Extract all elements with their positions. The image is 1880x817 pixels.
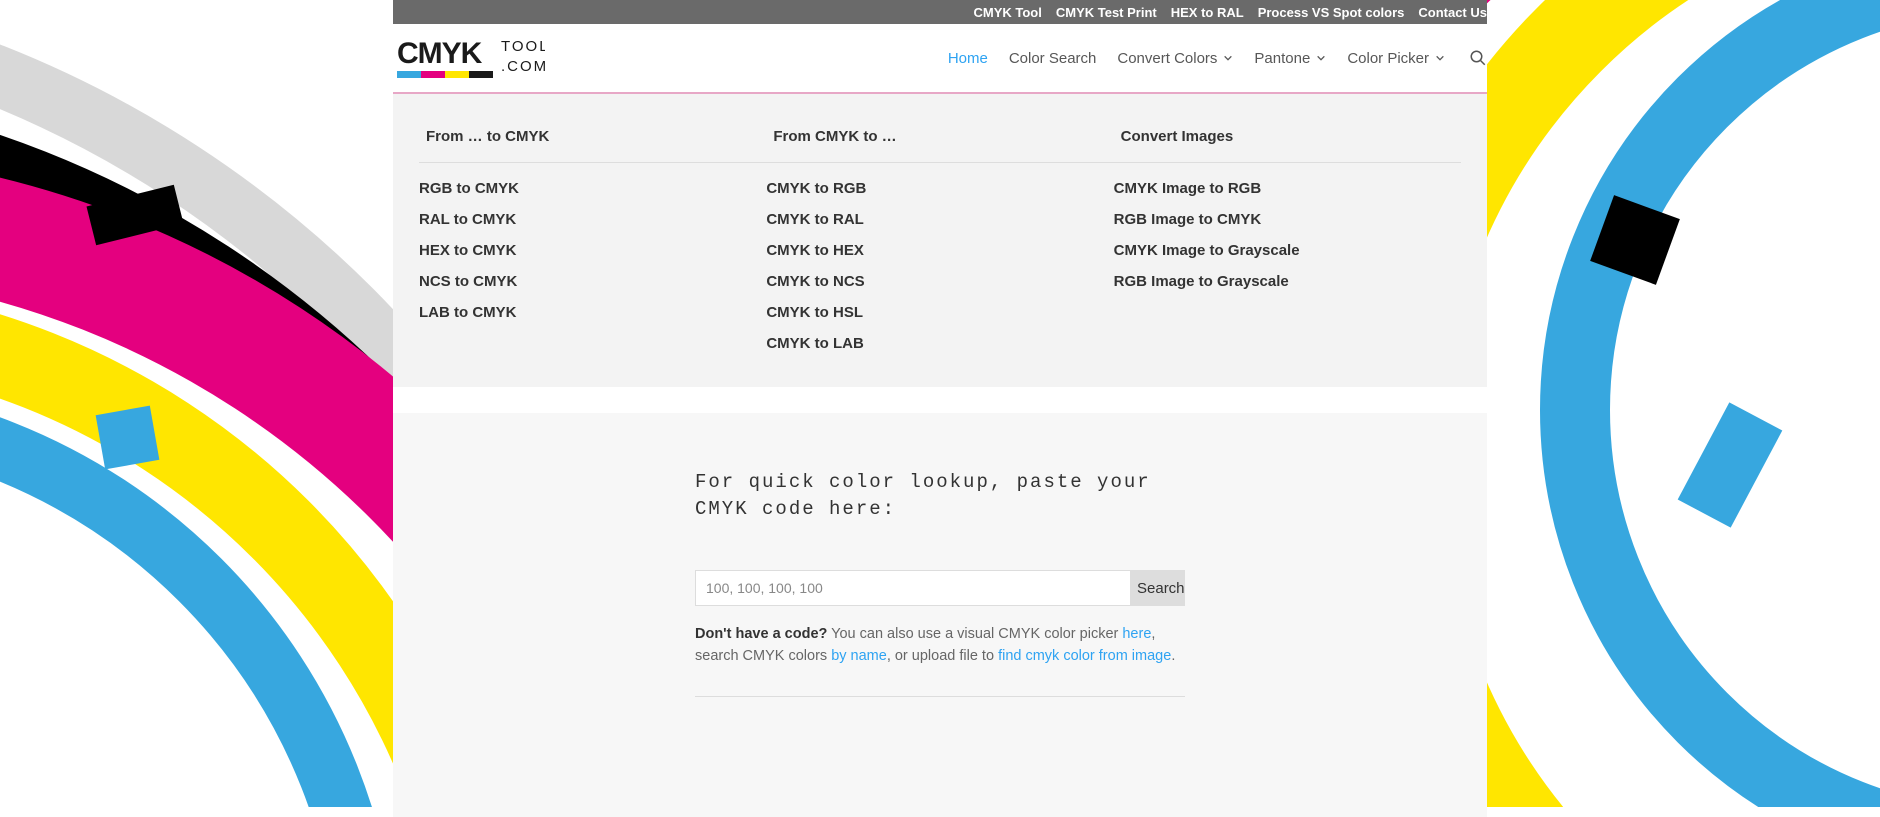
lookup-heading: For quick color lookup, paste your CMYK … [695, 469, 1185, 522]
link-visual-picker[interactable]: here [1122, 626, 1151, 642]
divider [1114, 162, 1461, 163]
nav-item-color-search[interactable]: Color Search [1009, 50, 1097, 67]
converter-link[interactable]: CMYK Image to Grayscale [1114, 235, 1461, 266]
nav-item-label: Color Search [1009, 50, 1097, 67]
chevron-down-icon [1223, 53, 1233, 63]
converters-panel: From … to CMYK RGB to CMYKRAL to CMYKHEX … [393, 92, 1487, 387]
panel-column-heading: From CMYK to … [773, 128, 1113, 162]
svg-text:.COM: .COM [501, 58, 545, 75]
cmyk-code-input[interactable] [695, 570, 1131, 606]
converter-link[interactable]: RGB Image to CMYK [1114, 204, 1461, 235]
site-logo[interactable]: CMYK TOOL .COM [397, 31, 545, 85]
converter-link[interactable]: RAL to CMYK [419, 204, 766, 235]
nav-item-label: Color Picker [1347, 50, 1429, 67]
nav-item-convert-colors[interactable]: Convert Colors [1117, 50, 1233, 67]
converter-link[interactable]: CMYK to RAL [766, 204, 1113, 235]
converter-link[interactable]: HEX to CMYK [419, 235, 766, 266]
nav-item-label: Pantone [1254, 50, 1310, 67]
topbar-link[interactable]: Contact Us [1418, 5, 1487, 20]
nav-item-color-picker[interactable]: Color Picker [1347, 50, 1445, 67]
topbar-link[interactable]: HEX to RAL [1171, 5, 1244, 20]
site-header: CMYK TOOL .COM Home Color Search Convert C… [393, 24, 1487, 92]
nav-item-label: Home [948, 50, 988, 67]
primary-nav: Home Color Search Convert Colors Pantone Col… [927, 49, 1487, 67]
nav-item-home[interactable]: Home [948, 50, 988, 67]
panel-column: Convert ImagesCMYK Image to RGBRGB Image… [1114, 128, 1461, 359]
quick-lookup-section: For quick color lookup, paste your CMYK … [393, 413, 1487, 817]
converter-link[interactable]: CMYK to NCS [766, 266, 1113, 297]
converter-link[interactable]: CMYK to RGB [766, 173, 1113, 204]
search-button[interactable]: Search [1131, 570, 1185, 606]
converter-link[interactable]: NCS to CMYK [419, 266, 766, 297]
top-utility-bar: CMYK Tool CMYK Test Print HEX to RAL Proces… [393, 0, 1487, 24]
svg-text:TOOL: TOOL [501, 38, 545, 55]
topbar-link[interactable]: CMYK Tool [974, 5, 1042, 20]
topbar-link[interactable]: CMYK Test Print [1056, 5, 1157, 20]
nav-item-pantone[interactable]: Pantone [1254, 50, 1326, 67]
link-by-name[interactable]: by name [831, 648, 887, 664]
converter-link[interactable]: CMYK to HEX [766, 235, 1113, 266]
topbar-link[interactable]: Process VS Spot colors [1258, 5, 1405, 20]
chevron-down-icon [1435, 53, 1445, 63]
search-icon[interactable] [1469, 49, 1487, 67]
nav-item-label: Convert Colors [1117, 50, 1217, 67]
converter-link[interactable]: CMYK Image to RGB [1114, 173, 1461, 204]
link-from-image[interactable]: find cmyk color from image [998, 648, 1171, 664]
logo-main-text: CMYK [397, 37, 483, 70]
converter-link[interactable]: CMYK to LAB [766, 328, 1113, 359]
panel-column: From CMYK to …CMYK to RGBCMYK to RALCMYK… [766, 128, 1113, 359]
panel-column-heading: From … to CMYK [426, 128, 766, 162]
converter-link[interactable]: RGB to CMYK [419, 173, 766, 204]
divider [766, 162, 1113, 163]
divider [419, 162, 766, 163]
helper-text: Don't have a code? You can also use a vi… [695, 624, 1185, 668]
converter-link[interactable]: RGB Image to Grayscale [1114, 266, 1461, 297]
divider [695, 696, 1185, 697]
chevron-down-icon [1316, 53, 1326, 63]
panel-column-heading: Convert Images [1121, 128, 1461, 162]
converter-link[interactable]: LAB to CMYK [419, 297, 766, 328]
converter-link[interactable]: CMYK to HSL [766, 297, 1113, 328]
panel-column: From … to CMYK RGB to CMYKRAL to CMYKHEX … [419, 128, 766, 359]
